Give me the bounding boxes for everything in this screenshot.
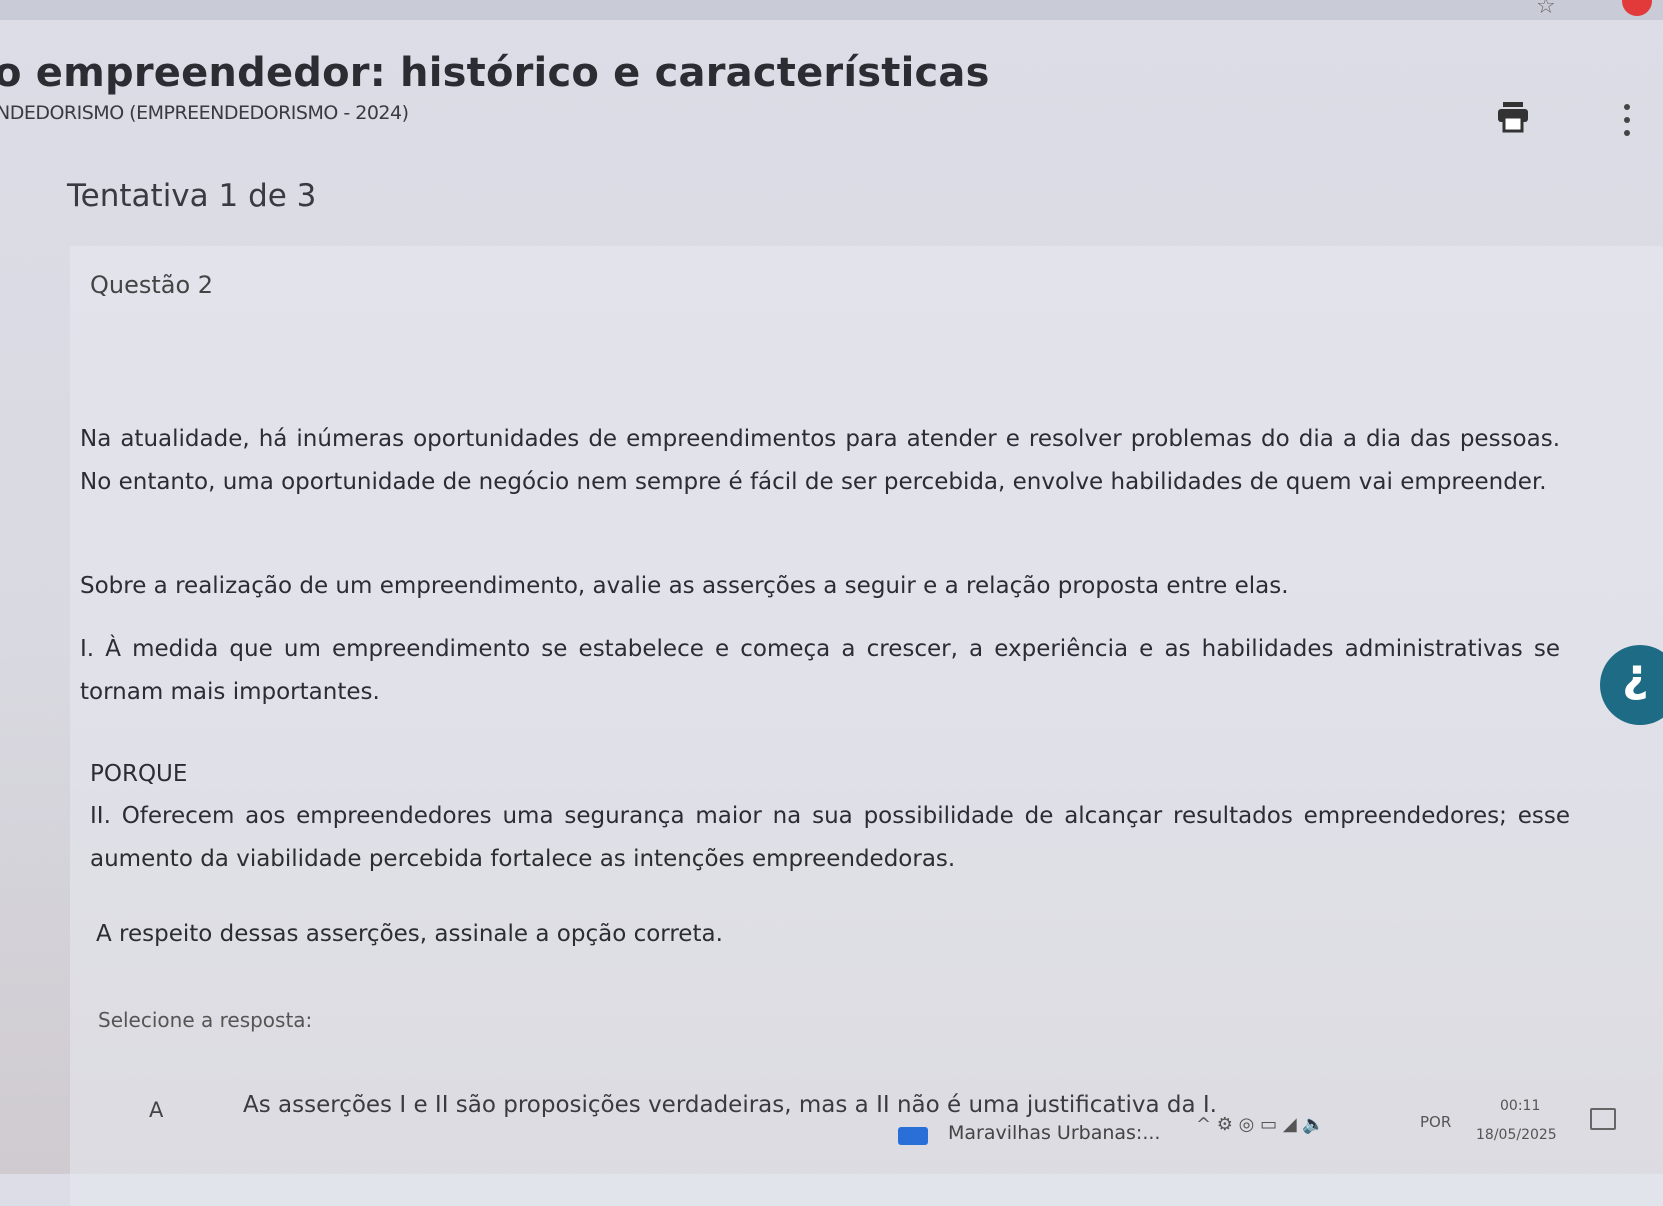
course-subtitle: NDEDORISMO (EMPREENDEDORISMO - 2024) — [0, 102, 409, 124]
attempt-counter: Tentativa 1 de 3 — [67, 178, 317, 214]
connector-porque: PORQUE — [90, 761, 188, 787]
notification-icon[interactable] — [1590, 1108, 1616, 1130]
option-letter[interactable]: A — [149, 1098, 163, 1122]
print-icon[interactable] — [1496, 100, 1530, 134]
bookmark-star-icon[interactable]: ☆ — [1536, 0, 1556, 19]
clock-time[interactable]: 00:11 — [1500, 1098, 1540, 1114]
media-app-icon[interactable] — [898, 1127, 928, 1145]
assertion-two: II. Oferecem aos empreendedores uma segu… — [90, 803, 1570, 872]
language-indicator[interactable]: POR — [1420, 1113, 1451, 1131]
accessibility-icon[interactable]: ¿ — [1622, 648, 1649, 702]
browser-top-bar — [0, 0, 1663, 20]
system-tray-icons[interactable]: ^ ⚙ ◎ ▭ ◢ 🔈 — [1196, 1114, 1325, 1135]
more-options-icon[interactable] — [1622, 102, 1632, 138]
page-title: o empreendedor: histórico e característi… — [0, 50, 990, 96]
question-context: Na atualidade, há inúmeras oportunidades… — [80, 426, 1560, 495]
taskbar-app-label[interactable]: Maravilhas Urbanas:... — [948, 1122, 1160, 1144]
option-text[interactable]: As asserções I e II são proposições verd… — [243, 1092, 1217, 1118]
question-card — [70, 246, 1663, 1206]
select-answer-label: Selecione a resposta: — [98, 1008, 313, 1032]
assertion-one: I. À medida que um empreendimento se est… — [80, 636, 1560, 705]
question-prompt: A respeito dessas asserções, assinale a … — [96, 921, 723, 947]
question-instruction: Sobre a realização de um empreendimento,… — [80, 573, 1289, 599]
clock-date[interactable]: 18/05/2025 — [1476, 1127, 1557, 1143]
question-number: Questão 2 — [90, 271, 214, 299]
